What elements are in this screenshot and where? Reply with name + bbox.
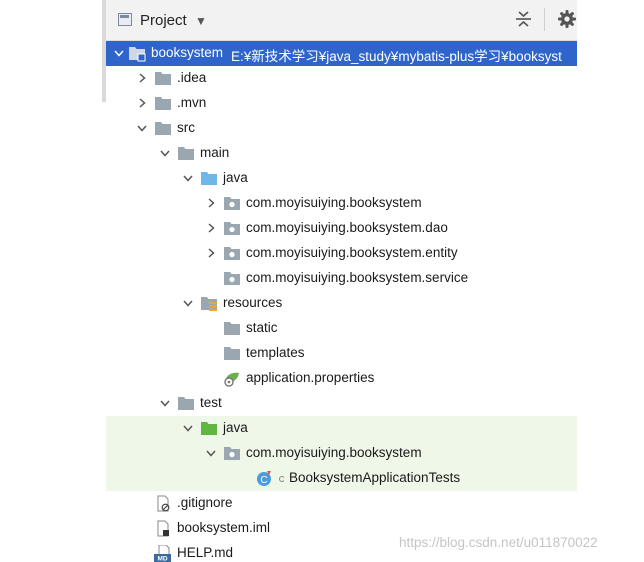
tree-item-label: .idea [177,70,207,85]
tree-item-label: src [177,120,195,135]
tree-item-label: java [223,170,248,185]
project-view-title[interactable]: Project [140,12,187,29]
tree-item-label: static [246,320,278,335]
tree-row[interactable]: templates [106,341,577,366]
tree-row[interactable]: resources [106,291,577,316]
project-tool-window-header: Project ▼ [106,0,577,41]
chevron-down-icon[interactable]: ▼ [195,14,207,28]
tree-row[interactable]: com.moyisuiying.booksystem.service [106,266,577,291]
tree-item-label: resources [223,295,283,310]
tree-row[interactable]: test [106,391,577,416]
tree-row[interactable]: C BooksystemApplicationTests [106,466,577,491]
collapse-all-icon[interactable] [515,10,532,28]
tree-row[interactable]: java [106,416,577,441]
tree-row[interactable]: com.moyisuiying.booksystem [106,191,577,216]
tree-row[interactable]: com.moyisuiying.booksystem [106,441,577,466]
tree-item-label: com.moyisuiying.booksystem.entity [246,245,458,260]
svg-text:MD: MD [157,556,167,562]
tree-row[interactable]: main [106,141,577,166]
tree-row[interactable]: java [106,166,577,191]
tree-item-label: .gitignore [177,495,233,510]
watermark: https://blog.csdn.net/u011870022 [399,535,598,550]
tree-item-label: com.moyisuiying.booksystem.service [246,270,469,285]
tree-row[interactable]: com.moyisuiying.booksystem.dao [106,216,577,241]
tree-row[interactable]: src [106,116,577,141]
tree-item-label: booksystem [151,45,224,60]
tree-row[interactable]: booksystem E:¥新技术学习¥java_study¥mybatis-pl… [106,41,577,66]
project-view-icon [118,13,132,26]
tree-row[interactable]: .gitignore [106,491,577,516]
project-panel: Project ▼ booksystem E:¥新技术学习¥java_study¥… [106,0,577,562]
module-path: E:¥新技术学习¥java_study¥mybatis-plus学习¥books… [231,49,562,64]
svg-text:C: C [260,475,267,486]
tree-item-label: HELP.md [177,545,234,560]
tree-item-label: com.moyisuiying.booksystem [246,445,422,460]
tree-row[interactable]: com.moyisuiying.booksystem.entity [106,241,577,266]
tree-item-label: test [200,395,222,410]
tree-row[interactable]: application.properties [106,366,577,391]
tree-row[interactable]: .mvn [106,91,577,116]
tree-item-label: booksystem.iml [177,520,271,535]
tree-row[interactable]: .idea [106,66,577,91]
tree-item-label: com.moyisuiying.booksystem [246,195,422,210]
tree-item-label: main [200,145,230,160]
header-separator [544,8,545,31]
gear-icon[interactable] [558,10,576,28]
tree-item-label: java [223,420,248,435]
tree-item-label: .mvn [177,95,207,110]
tree-item-label: com.moyisuiying.booksystem.dao [246,220,448,235]
tree-item-label: templates [246,345,305,360]
tree-item-label: application.properties [246,370,375,385]
tree-row[interactable]: static [106,316,577,341]
tree-item-label: BooksystemApplicationTests [289,470,461,485]
